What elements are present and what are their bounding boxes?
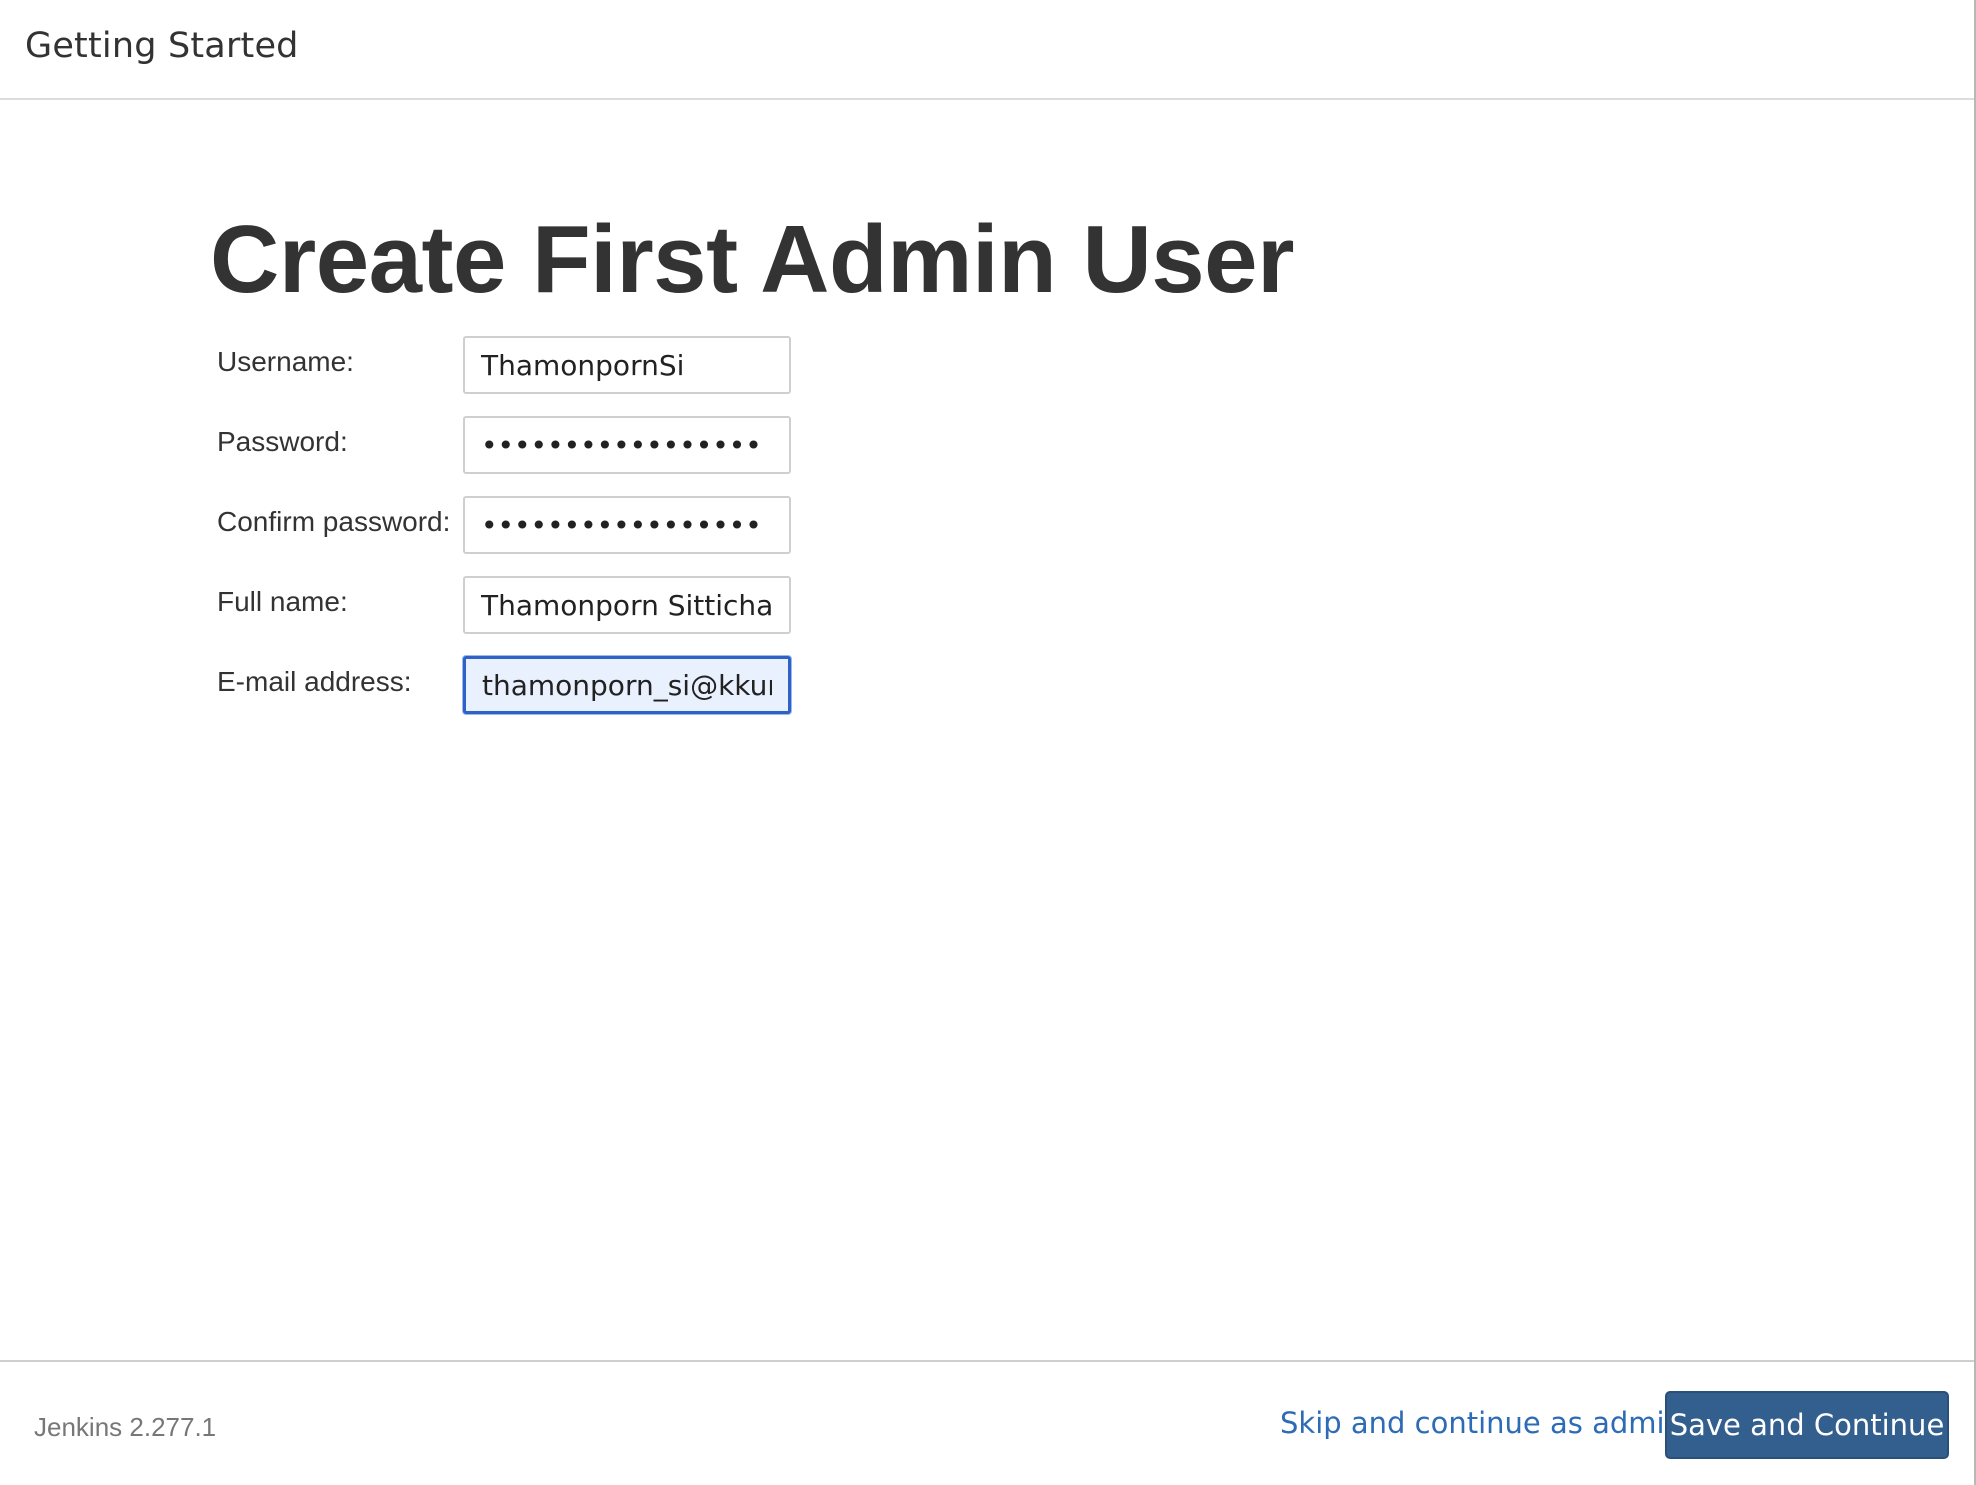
- confirm-password-input[interactable]: [463, 496, 791, 554]
- skip-continue-as-admin-link[interactable]: Skip and continue as admin: [1280, 1406, 1683, 1440]
- email-label: E-mail address:: [217, 666, 412, 697]
- password-input[interactable]: [463, 416, 791, 474]
- password-label: Password:: [217, 426, 348, 457]
- save-and-continue-button[interactable]: Save and Continue: [1665, 1391, 1949, 1459]
- full-name-row: Full name:: [217, 576, 917, 656]
- full-name-label: Full name:: [217, 586, 348, 617]
- email-input[interactable]: [463, 656, 791, 714]
- dialog-content: Create First Admin User Username: Passwo…: [0, 102, 1974, 1360]
- page-title: Create First Admin User: [210, 206, 1294, 313]
- username-label: Username:: [217, 346, 354, 377]
- jenkins-version: Jenkins 2.277.1: [34, 1412, 217, 1442]
- email-row: E-mail address:: [217, 656, 917, 736]
- username-input[interactable]: [463, 336, 791, 394]
- confirm-password-label: Confirm password:: [217, 506, 451, 537]
- confirm-password-row: Confirm password:: [217, 496, 917, 576]
- admin-user-form: Username: Password: Confirm password: Fu…: [217, 336, 917, 736]
- dialog-footer: Jenkins 2.277.1 Skip and continue as adm…: [0, 1360, 1974, 1485]
- password-row: Password:: [217, 416, 917, 496]
- username-row: Username:: [217, 336, 917, 416]
- header-title: Getting Started: [25, 26, 299, 66]
- full-name-input[interactable]: [463, 576, 791, 634]
- dialog-header: Getting Started: [0, 0, 1974, 100]
- setup-wizard-dialog: Getting Started Create First Admin User …: [0, 0, 1976, 1485]
